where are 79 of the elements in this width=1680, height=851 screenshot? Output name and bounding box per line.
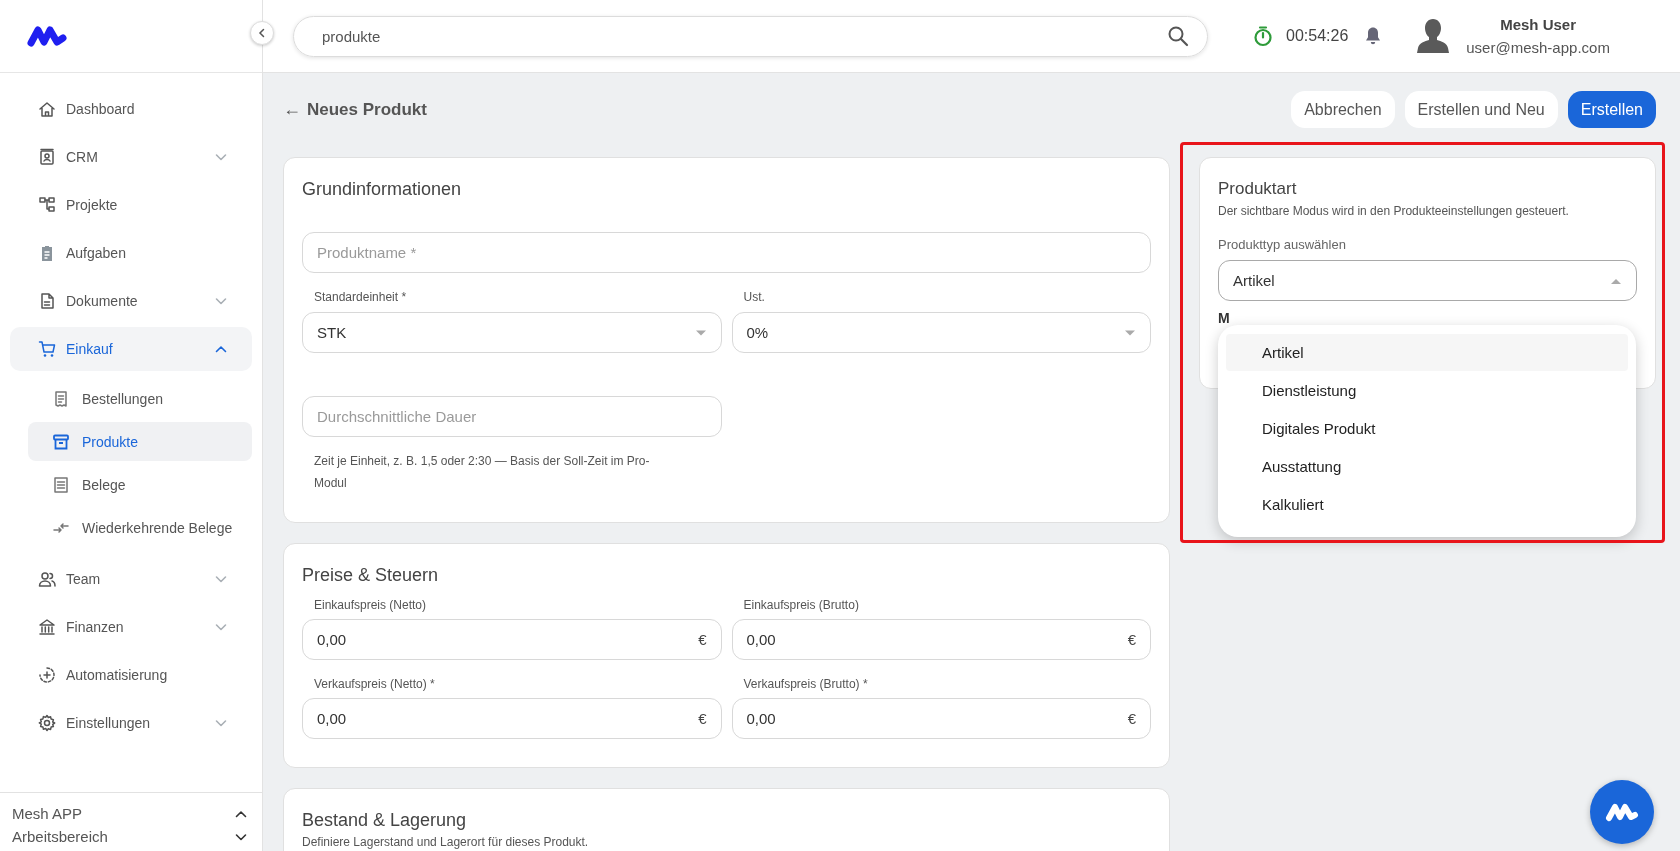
user-email: user@mesh-app.com (1466, 39, 1610, 56)
nav-subitem[interactable]: Produkte (28, 422, 252, 461)
assistant-button[interactable] (1590, 780, 1654, 844)
receipt-icon (52, 389, 70, 408)
nav-item[interactable]: Einkauf (10, 327, 252, 371)
nav-item[interactable]: CRM (10, 135, 252, 179)
nav-item[interactable]: Einstellungen (10, 701, 252, 745)
caret-icon (1610, 276, 1622, 285)
user-name: Mesh User (1500, 16, 1577, 33)
field-label: Einkaufspreis (Brutto) (742, 597, 860, 613)
action-button[interactable]: Erstellen und Neu (1404, 91, 1558, 128)
price-field[interactable]: 0,00 € (731, 619, 1151, 660)
card-title: Bestand & Lagerung (302, 809, 468, 831)
card-description: Der sichtbare Modus wird in den Produkteeinstellungen gesteuert. (1218, 203, 1570, 220)
card-title: Produktart (1218, 178, 1298, 200)
field-label: Ust. (742, 289, 766, 305)
field-label: Verkaufspreis (Brutto) * (742, 676, 869, 692)
logo-icon[interactable] (26, 24, 68, 48)
field-label: Produkttyp auswählen (1218, 237, 1347, 253)
product-type-select[interactable]: Artikel (1218, 260, 1637, 301)
field-label: M (1218, 310, 1231, 326)
vat-select[interactable]: 0% (731, 312, 1151, 353)
timer-text: 00:54:26 (1286, 27, 1349, 45)
card-description: Definiere Lagerstand und Lagerort für dieses Produkt. (302, 834, 590, 851)
archive-box-icon (52, 432, 70, 451)
page-title: Neues Produkt (307, 99, 428, 120)
nav-subitem[interactable]: Belege (28, 465, 252, 504)
currency-symbol: € (698, 631, 707, 648)
bell-icon[interactable] (1364, 26, 1383, 46)
nav-item[interactable]: Automatisierung (10, 653, 252, 697)
caret-icon (694, 328, 707, 337)
menu-option[interactable]: Artikel (1226, 334, 1628, 371)
menu-option[interactable]: Ausstattung (1226, 448, 1628, 485)
price-field[interactable]: 0,00 € (302, 619, 722, 660)
collapse-sidebar-button[interactable] (250, 21, 274, 45)
nav-item[interactable]: Finanzen (10, 605, 252, 649)
automation-icon (38, 666, 56, 684)
hierarchy-icon (38, 196, 56, 214)
card-title: Grundinformationen (302, 178, 463, 200)
nav-item[interactable]: Dokumente (10, 279, 252, 323)
app-name: Mesh APP (12, 805, 83, 822)
list-page-icon (52, 475, 70, 494)
nav-item[interactable]: Dashboard (10, 87, 252, 131)
nav-item[interactable]: Team (10, 557, 252, 601)
currency-symbol: € (1127, 710, 1136, 727)
nav-subitem[interactable]: Wiederkehrende Belege (28, 508, 252, 547)
logo-icon (1605, 801, 1639, 823)
nav-item[interactable]: Aufgaben (10, 231, 252, 275)
chevron-left-icon (257, 28, 267, 38)
people-icon (38, 570, 56, 588)
back-arrow[interactable]: ← (283, 99, 301, 120)
field-label: Einkaufspreis (Netto) (313, 597, 428, 613)
user-avatar-icon[interactable] (1416, 17, 1451, 55)
currency-symbol: € (698, 710, 707, 727)
bank-icon (38, 618, 56, 636)
contact-card-icon (38, 148, 56, 166)
home-icon (38, 100, 56, 118)
price-field[interactable]: 0,00 € (731, 698, 1151, 739)
price-field[interactable]: 0,00 € (302, 698, 722, 739)
create-button[interactable]: Erstellen (1567, 91, 1656, 128)
gear-icon (38, 714, 56, 732)
field-label: Standardeinheit * (313, 289, 408, 305)
help-text: Zeit je Einheit, z. B. 1,5 oder 2:30 — Basis der Soll-Zeit im Pro-Modul (313, 453, 651, 492)
action-button[interactable]: Abbrechen (1291, 91, 1395, 128)
document-icon (38, 292, 56, 310)
menu-option[interactable]: Dienstleistung (1226, 372, 1628, 409)
card-title: Preise & Steuern (302, 564, 440, 586)
search-icon[interactable] (1167, 25, 1189, 47)
workspace-name: Arbeitsbereich (12, 828, 108, 845)
nav-item[interactable]: Projekte (10, 183, 252, 227)
currency-symbol: € (1127, 631, 1136, 648)
menu-option[interactable]: Digitales Produkt (1226, 410, 1628, 447)
cart-icon (38, 340, 56, 358)
stopwatch-icon[interactable] (1252, 25, 1274, 47)
unit-select[interactable]: STK (302, 312, 722, 353)
nav-subitem[interactable]: Bestellungen (28, 379, 252, 418)
menu-option[interactable]: Kalkuliert (1226, 486, 1628, 523)
caret-icon (1124, 328, 1136, 337)
field-label: Verkaufspreis (Netto) * (313, 676, 436, 692)
